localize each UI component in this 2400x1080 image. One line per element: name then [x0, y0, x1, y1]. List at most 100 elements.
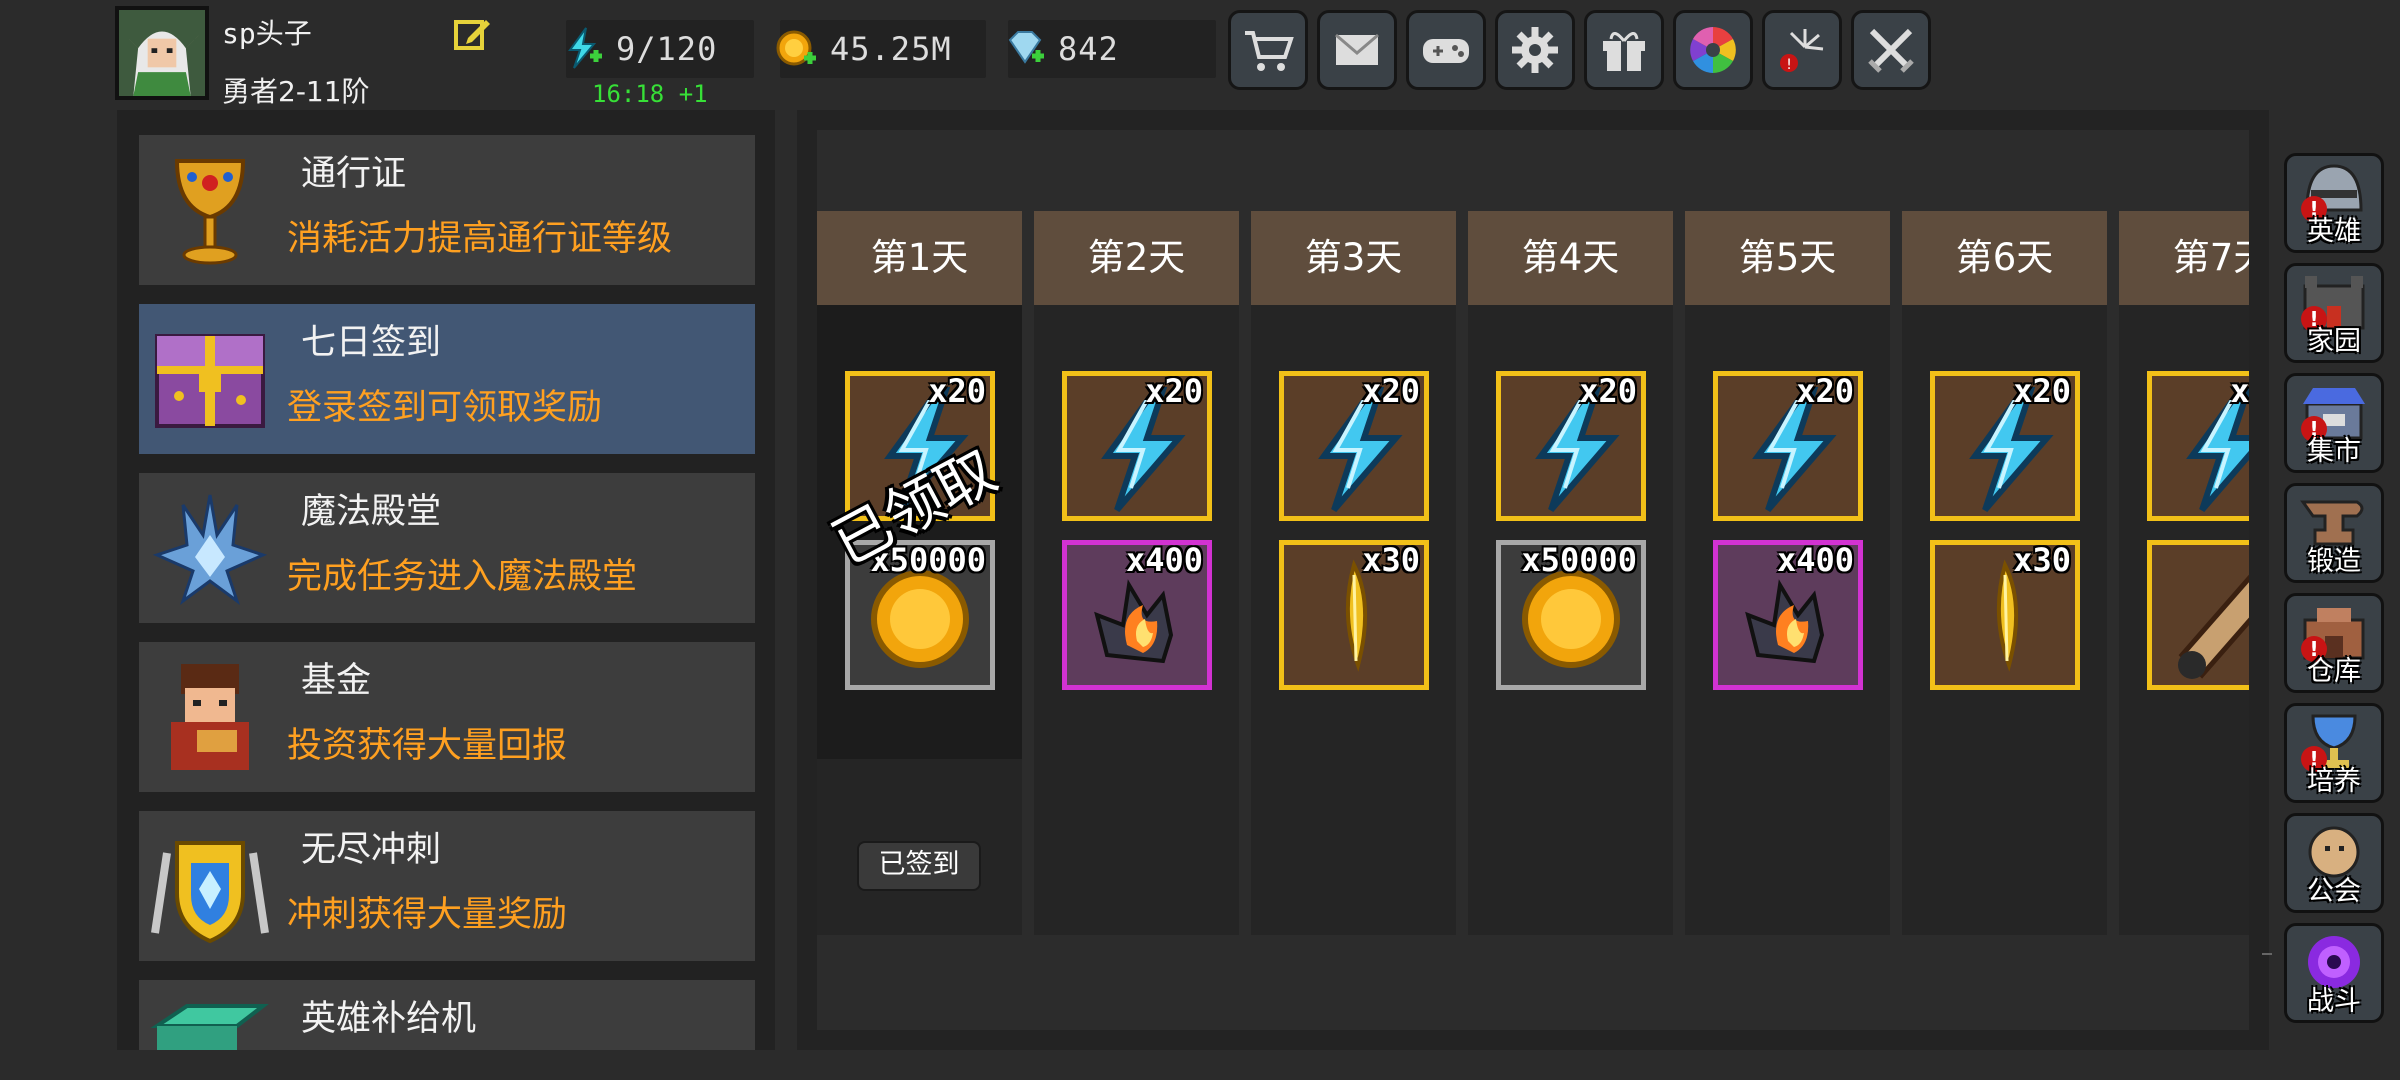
menu-item-desc: 投资获得大量回报 — [287, 726, 568, 766]
fireworks-button[interactable]: ! — [1762, 10, 1842, 90]
menu-item-title: 英雄补给机 — [301, 999, 477, 1039]
player-avatar[interactable] — [115, 6, 209, 100]
nav-chalice-button[interactable]: ! 培养 — [2284, 703, 2384, 803]
day-header: 第3天 — [1251, 211, 1456, 305]
menu-item-pass[interactable]: 通行证 消耗活力提高通行证等级 — [139, 135, 755, 285]
reward-item[interactable]: x50000 — [1496, 540, 1646, 690]
nav-label: 培养 — [2307, 766, 2361, 797]
menu-item-title: 通行证 — [301, 154, 407, 194]
scroll-icon — [2152, 545, 2249, 685]
signin-panel: 第1天 x20 x50000 已领取 已签到 第2天 x20 x400 第3天 x2… — [797, 110, 2269, 1050]
reward-item[interactable]: x — [2147, 540, 2249, 690]
color-wheel-icon — [1690, 27, 1736, 73]
nav-guild-button[interactable]: 公会 — [2284, 813, 2384, 913]
nav-label: 集市 — [2307, 436, 2361, 467]
goblet-icon — [174, 159, 246, 265]
reward-count: x20 — [2013, 372, 2071, 410]
gems-value: 842 — [1058, 30, 1119, 68]
gamepad-icon — [1423, 39, 1469, 63]
reward-count: x20 — [928, 372, 986, 410]
reward-item[interactable]: x30 — [1279, 540, 1429, 690]
crossed-swords-icon — [1868, 28, 1914, 73]
fireworks-icon: ! — [1780, 29, 1824, 73]
reward-item[interactable]: x20 — [1713, 371, 1863, 521]
nav-portal-button[interactable]: 战斗 — [2284, 923, 2384, 1023]
color-wheel-button[interactable] — [1673, 10, 1753, 90]
activity-menu: 通行证 消耗活力提高通行证等级 七日签到 登录签到可领取奖励 魔法殿堂 完成任务… — [117, 110, 775, 1050]
nav-label: 家园 — [2307, 326, 2361, 357]
stamina-display: 9/120 — [566, 20, 754, 78]
reward-item[interactable]: x20 — [1279, 371, 1429, 521]
reward-count: x30 — [2013, 541, 2071, 579]
gamepad-button[interactable] — [1406, 10, 1486, 90]
reward-item[interactable]: x20 — [1930, 371, 2080, 521]
shop-button[interactable] — [1228, 10, 1308, 90]
menu-item-seven-day-signin[interactable]: 七日签到 登录签到可领取奖励 — [139, 304, 755, 454]
crystal-icon — [152, 494, 268, 606]
day-column: 第3天 x20 x30 — [1251, 211, 1456, 935]
reward-count: x20 — [1362, 372, 1420, 410]
menu-item-desc: 登录签到可领取奖励 — [287, 388, 603, 428]
reward-item[interactable]: x20 — [2147, 371, 2249, 521]
nav-label: 战斗 — [2307, 986, 2361, 1017]
menu-item-title: 魔法殿堂 — [301, 492, 442, 532]
reward-item[interactable]: x20 — [1496, 371, 1646, 521]
menu-item-desc: 消耗活力提高通行证等级 — [287, 219, 673, 259]
reward-item[interactable]: x20 — [1062, 371, 1212, 521]
treasure-chest-icon — [155, 334, 265, 428]
gear-icon — [1512, 27, 1558, 73]
nav-label: 仓库 — [2307, 656, 2361, 687]
day-column: 第7天 x20 x — [2119, 211, 2249, 935]
gems-display: 842 — [1008, 20, 1216, 78]
reward-days-strip: 第1天 x20 x50000 已领取 已签到 第2天 x20 x400 第3天 x2… — [817, 130, 2249, 1030]
shield-icon — [151, 841, 269, 944]
mail-button[interactable] — [1317, 10, 1397, 90]
reward-item[interactable]: x400 — [1713, 540, 1863, 690]
battle-button[interactable] — [1851, 10, 1931, 90]
cart-icon — [1245, 31, 1294, 71]
mail-icon — [1335, 33, 1379, 65]
diamond-icon — [1008, 31, 1044, 64]
reward-count: x400 — [1776, 541, 1854, 579]
player-name: sp头子 — [222, 17, 312, 50]
menu-item-title: 七日签到 — [301, 323, 442, 363]
gift-button[interactable] — [1584, 10, 1664, 90]
menu-item-desc: 冲刺获得大量奖励 — [287, 895, 568, 935]
menu-item-endless-sprint[interactable]: 无尽冲刺 冲刺获得大量奖励 — [139, 811, 755, 961]
reward-count: x400 — [1125, 541, 1203, 579]
elf-portrait-icon — [119, 10, 205, 96]
gold-value: 45.25M — [830, 30, 952, 68]
scroll-hint — [2262, 953, 2272, 955]
day-column: 第4天 x20 x50000 — [1468, 211, 1673, 935]
signed-in-button[interactable]: 已签到 — [857, 841, 981, 891]
day-column: 第5天 x20 x400 — [1685, 211, 1890, 935]
reward-count: x20 — [1796, 372, 1854, 410]
nav-market-button[interactable]: ! 集市 — [2284, 373, 2384, 473]
menu-item-magic-hall[interactable]: 魔法殿堂 完成任务进入魔法殿堂 — [139, 473, 755, 623]
nav-castle-button[interactable]: ! 家园 — [2284, 263, 2384, 363]
gold-display: 45.25M — [776, 20, 986, 78]
reward-item[interactable]: x400 — [1062, 540, 1212, 690]
day-header: 第4天 — [1468, 211, 1673, 305]
nav-helmet-button[interactable]: ! 英雄 — [2284, 153, 2384, 253]
nav-warehouse-button[interactable]: ! 仓库 — [2284, 593, 2384, 693]
day-header: 第6天 — [1902, 211, 2107, 305]
reward-count: x20 — [1145, 372, 1203, 410]
menu-item-hero-supply[interactable]: 英雄补给机 — [139, 980, 755, 1050]
nav-anvil-button[interactable]: 锻造 — [2284, 483, 2384, 583]
reward-count: x20 — [2230, 372, 2249, 410]
menu-item-fund[interactable]: 基金 投资获得大量回报 — [139, 642, 755, 792]
menu-item-title: 无尽冲刺 — [301, 830, 442, 870]
reward-count: x50000 — [1521, 541, 1637, 579]
day-header: 第2天 — [1034, 211, 1239, 305]
day-column: 第6天 x20 x30 — [1902, 211, 2107, 935]
reward-count: x20 — [1579, 372, 1637, 410]
stamina-lightning-icon — [568, 27, 602, 69]
reward-item[interactable]: x30 — [1930, 540, 2080, 690]
nav-label: 公会 — [2307, 876, 2361, 907]
settings-button[interactable] — [1495, 10, 1575, 90]
edit-name-icon[interactable] — [452, 14, 492, 54]
nav-label: 英雄 — [2307, 216, 2361, 247]
gift-icon — [1603, 32, 1645, 71]
day-header: 第1天 — [817, 211, 1022, 305]
